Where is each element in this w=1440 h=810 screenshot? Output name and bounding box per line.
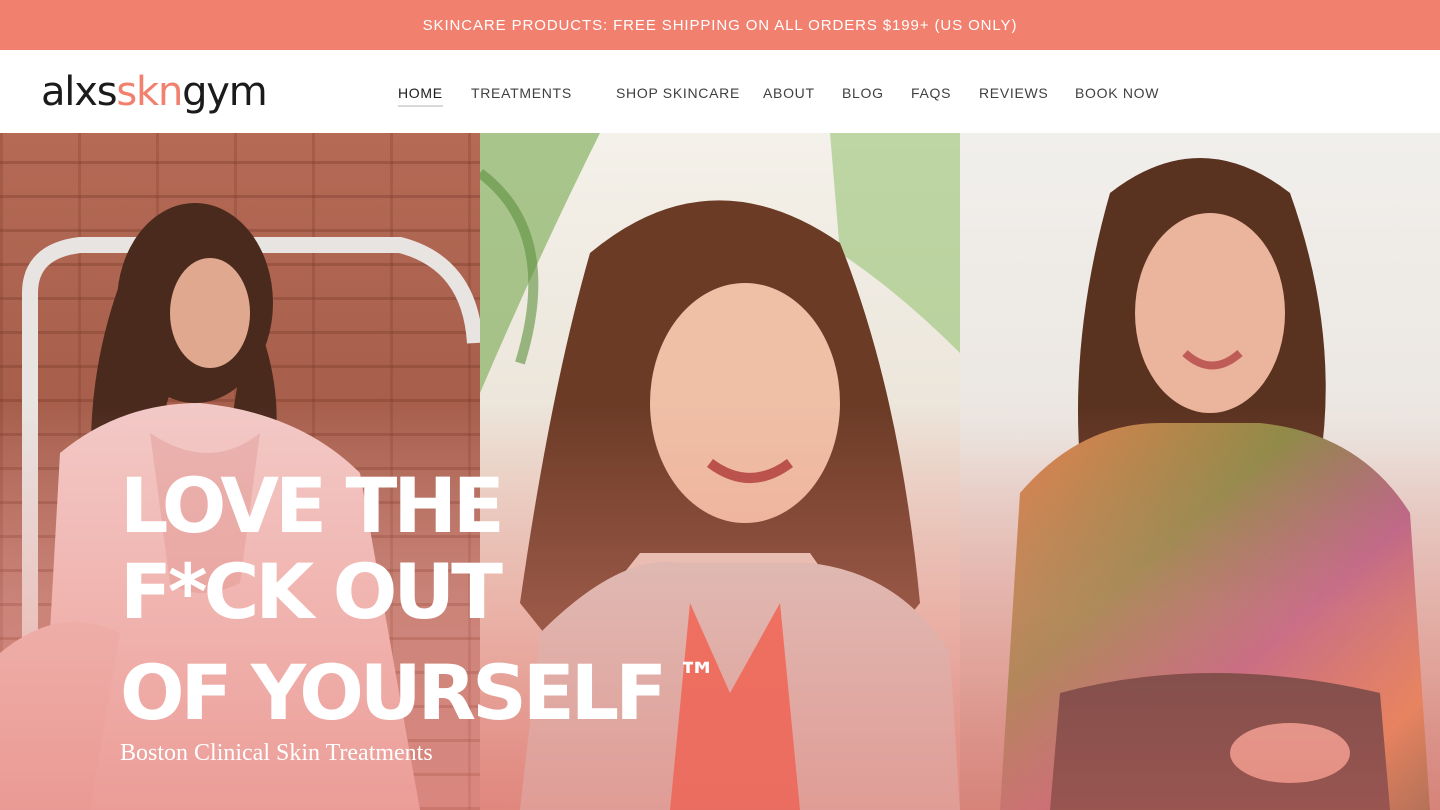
main-nav: HOME TREATMENTS SHOP SKINCARE ABOUT BLOG…: [0, 50, 1440, 133]
announcement-text: SKINCARE PRODUCTS: FREE SHIPPING ON ALL …: [422, 16, 1018, 34]
nav-blog[interactable]: BLOG: [842, 84, 884, 104]
headline-line-2: F*CK OUT: [120, 547, 503, 636]
nav-treatments[interactable]: TREATMENTS: [471, 84, 572, 104]
hero-headline: LOVE THE F*CK OUT OF YOURSELF ™: [120, 463, 760, 736]
headline-line-1: LOVE THE: [120, 461, 505, 550]
nav-book-now[interactable]: BOOK NOW: [1075, 84, 1159, 104]
nav-home[interactable]: HOME: [398, 84, 443, 107]
site-header: alxs skn gym HOME TREATMENTS SHOP SKINCARE…: [0, 50, 1440, 133]
hero-banner: LOVE THE F*CK OUT OF YOURSELF ™ Boston Cl…: [0, 133, 1440, 810]
headline-line-3-wrap: OF YOURSELF ™: [120, 635, 760, 736]
trademark-symbol: ™: [677, 655, 718, 701]
nav-about[interactable]: ABOUT: [763, 84, 815, 104]
announcement-bar: SKINCARE PRODUCTS: FREE SHIPPING ON ALL …: [0, 0, 1440, 50]
nav-reviews[interactable]: REVIEWS: [979, 84, 1048, 104]
hero-subheadline: Boston Clinical Skin Treatments: [120, 740, 433, 766]
headline-line-3: OF YOURSELF: [120, 648, 667, 737]
nav-shop-skincare[interactable]: SHOP SKINCARE: [616, 84, 740, 104]
nav-faqs[interactable]: FAQS: [911, 84, 951, 104]
